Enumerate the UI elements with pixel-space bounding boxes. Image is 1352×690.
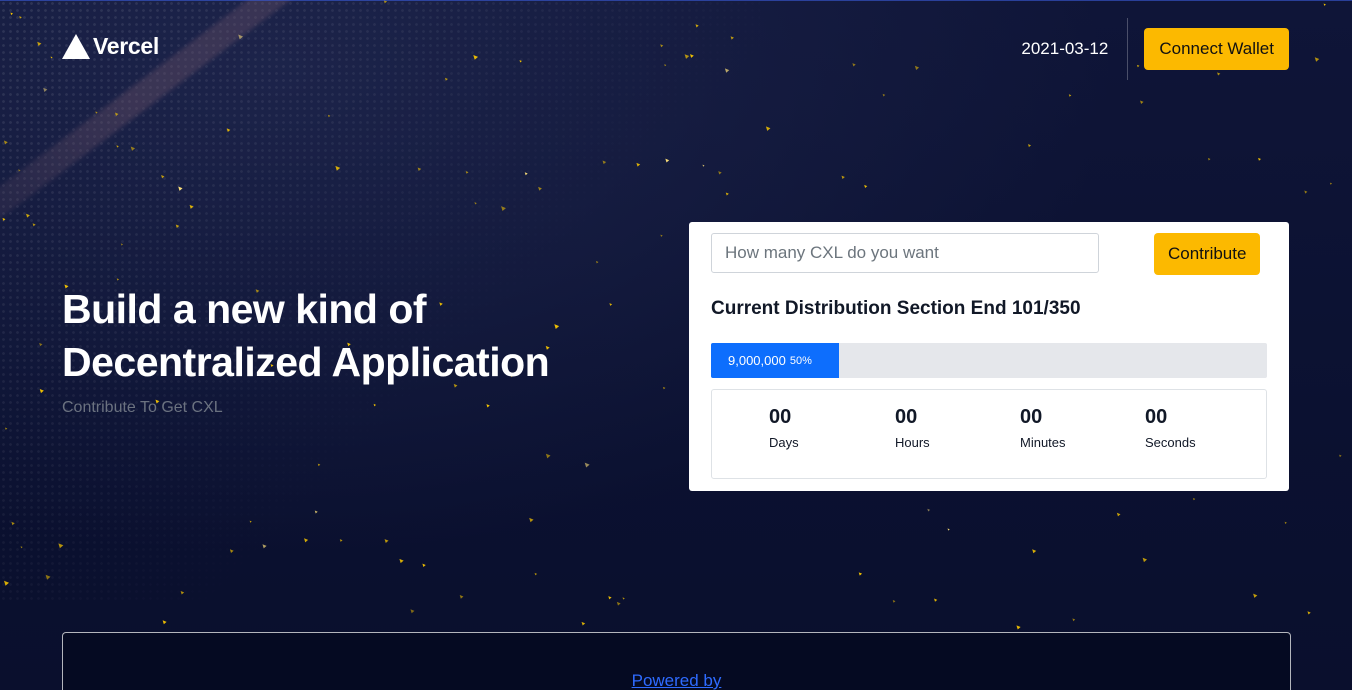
- footer: Powered by: [62, 632, 1291, 690]
- vercel-triangle-icon: [62, 34, 90, 59]
- countdown-label: Seconds: [1145, 435, 1196, 450]
- powered-by-link[interactable]: Powered by: [63, 671, 1290, 690]
- progress-amount: 9,000,000: [728, 353, 786, 368]
- hero-section: Build a new kind of Decentralized Applic…: [62, 283, 550, 417]
- countdown-value: 00: [769, 406, 792, 428]
- cxl-amount-input[interactable]: [711, 233, 1099, 273]
- distribution-title: Current Distribution Section End 101/350: [711, 298, 1081, 319]
- brand-name: Vercel: [93, 33, 159, 59]
- countdown-value: 00: [895, 406, 918, 428]
- header-actions: 2021-03-12 Connect Wallet: [1021, 18, 1289, 80]
- countdown-hours: 00 Hours: [895, 406, 930, 450]
- hero-title-line-2: Decentralized Application: [62, 339, 550, 385]
- hero-title: Build a new kind of Decentralized Applic…: [62, 283, 550, 389]
- progress-fill: 9,000,000 50%: [711, 343, 839, 378]
- countdown-days: 00 Days: [769, 406, 799, 450]
- hero-title-line-1: Build a new kind of: [62, 286, 427, 332]
- countdown-label: Hours: [895, 435, 930, 450]
- contribute-button[interactable]: Contribute: [1154, 233, 1261, 275]
- countdown-minutes: 00 Minutes: [1020, 406, 1066, 450]
- countdown-label: Days: [769, 435, 799, 450]
- brand-logo[interactable]: Vercel: [62, 33, 159, 60]
- progress-percent: 50%: [789, 354, 812, 367]
- countdown-value: 00: [1145, 406, 1168, 428]
- contribute-card: Contribute Current Distribution Section …: [689, 222, 1289, 491]
- countdown-timer: 00 Days 00 Hours 00 Minutes 00 Seconds: [711, 389, 1267, 479]
- hero-subtitle: Contribute To Get CXL: [62, 399, 223, 416]
- countdown-label: Minutes: [1020, 435, 1066, 450]
- top-edge-line: [0, 0, 1352, 1]
- countdown-value: 00: [1020, 406, 1043, 428]
- header-date: 2021-03-12: [1021, 39, 1109, 58]
- countdown-seconds: 00 Seconds: [1145, 406, 1196, 450]
- header-divider: [1127, 18, 1129, 80]
- distribution-progress-bar: 9,000,000 50%: [711, 343, 1267, 378]
- connect-wallet-button[interactable]: Connect Wallet: [1144, 28, 1289, 70]
